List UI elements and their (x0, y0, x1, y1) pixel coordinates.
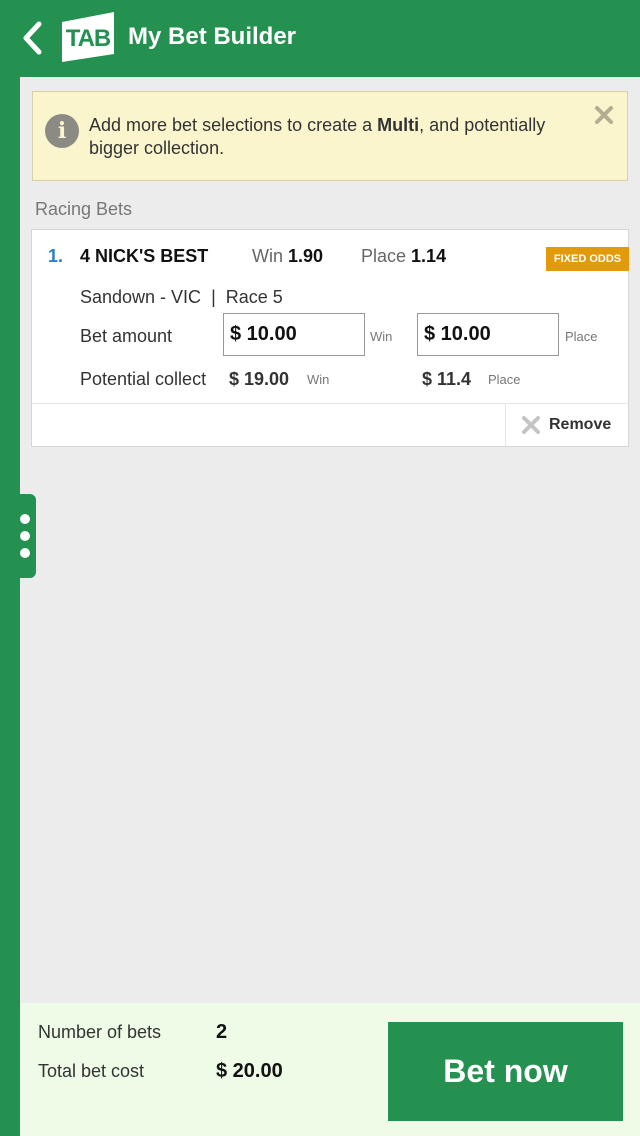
section-title: Racing Bets (35, 199, 133, 219)
info-message: Add more bet selections to create a Mult… (89, 114, 599, 160)
close-icon (522, 416, 540, 434)
place-amount-label: Place (565, 329, 598, 344)
back-button[interactable] (14, 18, 50, 58)
num-bets-value: 2 (216, 1021, 228, 1043)
remove-label: Remove (549, 416, 612, 433)
close-banner-button[interactable] (591, 102, 617, 128)
fixed-odds-badge: FIXED ODDS (546, 247, 629, 271)
potential-win-value: $ 19.00 (229, 369, 290, 389)
win-odds-label: Win (252, 246, 283, 266)
menu-dot-icon (20, 514, 30, 524)
chevron-left-icon (23, 21, 42, 55)
drawer-handle[interactable] (0, 494, 36, 578)
tab-logo: TAB (60, 10, 116, 64)
win-amount-label: Win (370, 329, 393, 344)
win-odds-value: 1.90 (288, 246, 324, 266)
runner-name: 4 NICK'S BEST (80, 246, 209, 266)
bet-amount-label: Bet amount (80, 326, 173, 346)
win-odds: Win 1.90 (252, 244, 323, 268)
app-header: TAB My Bet Builder (0, 0, 640, 77)
race-number: Race 5 (225, 287, 283, 307)
place-odds-label: Place (361, 246, 407, 266)
potential-win-label: Win (307, 372, 330, 387)
logo-text: TAB (65, 25, 112, 52)
bet-summary-footer: Number of bets 2 Total bet cost $ 20.00 … (20, 1003, 640, 1136)
total-cost-label: Total bet cost (38, 1061, 145, 1081)
menu-dot-icon (20, 531, 30, 541)
page-title: My Bet Builder (128, 23, 297, 50)
place-odds-value: 1.14 (411, 246, 447, 266)
place-amount-input[interactable]: $ 10.00 (417, 313, 559, 356)
menu-dot-icon (20, 548, 30, 558)
info-icon: i (45, 114, 79, 148)
info-text-bold: Multi (377, 115, 420, 135)
potential-collect-label: Potential collect (80, 369, 207, 389)
close-icon (595, 106, 613, 124)
num-bets-label: Number of bets (38, 1022, 162, 1042)
info-text-before: Add more bet selections to create a (89, 115, 378, 135)
side-strip (0, 77, 20, 1136)
bet-number: 1. (48, 246, 64, 266)
total-cost-value: $ 20.00 (216, 1060, 283, 1082)
info-banner: i Add more bet selections to create a Mu… (32, 91, 628, 181)
venue-name: Sandown - VIC (80, 287, 202, 307)
place-odds: Place 1.14 (361, 244, 446, 268)
bet-now-button[interactable]: Bet now (388, 1022, 623, 1121)
remove-button[interactable]: Remove (505, 404, 628, 446)
win-amount-input[interactable]: $ 10.00 (223, 313, 365, 356)
bet-card: 1. 4 NICK'S BEST Win 1.90 Place 1.14 FIX… (31, 229, 629, 447)
venue-separator: | (211, 287, 216, 307)
race-info: Sandown - VIC | Race 5 (80, 286, 283, 308)
potential-place-label: Place (488, 372, 521, 387)
potential-place-value: $ 11.4 (422, 369, 472, 389)
